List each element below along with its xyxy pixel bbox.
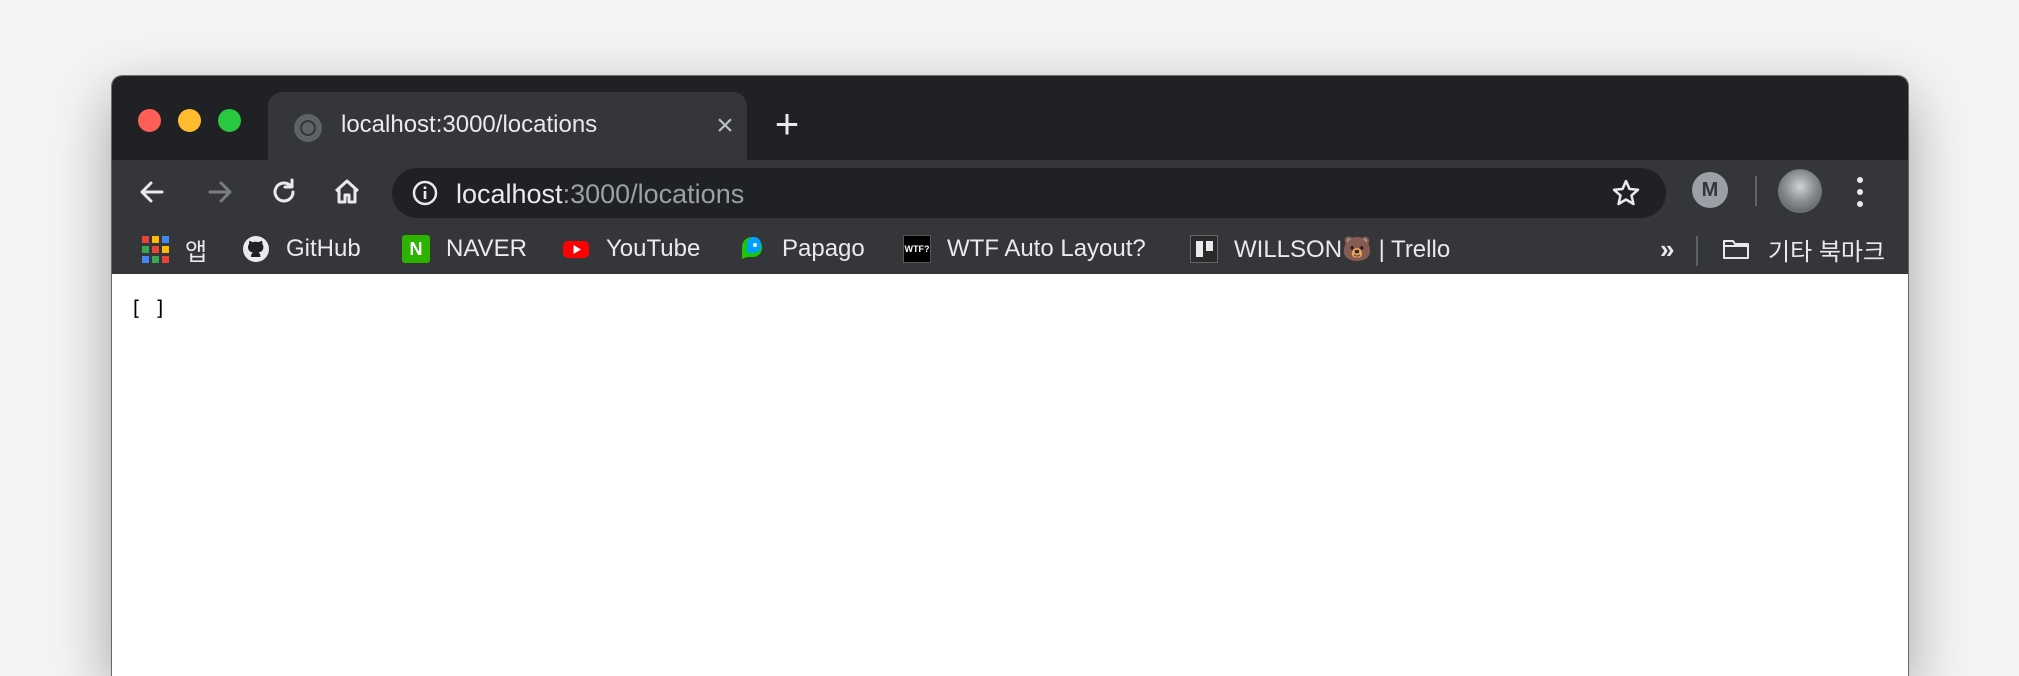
url-host: localhost: [456, 179, 563, 209]
extension-m-button[interactable]: M: [1692, 172, 1728, 208]
bookmark-label: 앱: [185, 238, 208, 266]
apps-grid-icon: [142, 235, 169, 263]
bookmarks-overflow-button[interactable]: »: [1660, 234, 1674, 265]
trello-icon: [1190, 235, 1218, 263]
page-content: [ ]: [112, 274, 1908, 676]
close-window-button[interactable]: [138, 109, 161, 132]
tab-locations[interactable]: localhost:3000/locations ×: [268, 92, 747, 160]
home-button[interactable]: [325, 170, 369, 214]
reload-icon: [273, 178, 295, 203]
github-icon: [243, 236, 269, 262]
bookmark-label: WILLSON🐻 | Trello: [1234, 235, 1451, 263]
folder-icon: [1723, 240, 1749, 259]
toolbar: localhost:3000/locations M: [112, 160, 1908, 224]
tab-title: localhost:3000/locations: [341, 111, 598, 138]
youtube-icon: [563, 241, 589, 258]
json-response-text: [ ]: [130, 296, 167, 320]
other-bookmarks-folder[interactable]: 기타 북마크: [1720, 232, 1885, 266]
bookmark-github[interactable]: GitHub: [242, 232, 361, 266]
tab-close-icon[interactable]: ×: [710, 111, 740, 142]
extension-m-label: M: [1701, 178, 1719, 201]
address-bar[interactable]: localhost:3000/locations: [392, 168, 1666, 218]
home-icon: [334, 179, 360, 204]
wtf-icon: WTF?: [903, 235, 931, 263]
bookmark-label: 기타 북마크: [1768, 238, 1886, 266]
browser-window: localhost:3000/locations × + localhost:3…: [112, 76, 1908, 676]
bookmark-label: Papago: [782, 235, 865, 262]
title-bar: localhost:3000/locations × +: [112, 76, 1908, 160]
bookmark-papago[interactable]: Papago: [738, 232, 865, 266]
bookmark-willson-trello[interactable]: WILLSON🐻 | Trello: [1190, 232, 1450, 266]
globe-icon: [294, 114, 322, 142]
bookmarks-divider: [1696, 236, 1698, 266]
minimize-window-button[interactable]: [178, 109, 201, 132]
bookmark-label: WTF Auto Layout?: [947, 235, 1146, 262]
bookmarks-bar: 앱 GitHub N NAVER YouTube Papago WTF? WTF…: [112, 224, 1908, 275]
bookmark-naver[interactable]: N NAVER: [402, 232, 527, 266]
back-button[interactable]: [130, 170, 174, 214]
bookmark-youtube[interactable]: YouTube: [562, 232, 700, 266]
naver-icon: N: [402, 235, 430, 263]
toolbar-divider: [1755, 176, 1757, 206]
maximize-window-button[interactable]: [218, 109, 241, 132]
bookmark-label: GitHub: [286, 235, 361, 262]
bookmark-wtf-auto-layout[interactable]: WTF? WTF Auto Layout?: [903, 232, 1146, 266]
info-icon[interactable]: [412, 180, 438, 206]
bookmark-label: YouTube: [606, 235, 701, 262]
back-arrow-icon: [140, 181, 164, 203]
forward-arrow-icon: [208, 181, 232, 203]
bookmark-apps[interactable]: 앱: [142, 232, 207, 266]
new-tab-button[interactable]: +: [767, 103, 807, 146]
url-text[interactable]: localhost:3000/locations: [456, 179, 744, 210]
profile-avatar[interactable]: [1778, 169, 1822, 213]
kebab-menu-icon[interactable]: [1850, 174, 1870, 210]
forward-button[interactable]: [198, 170, 242, 214]
bookmark-label: NAVER: [446, 235, 527, 262]
reload-button[interactable]: [262, 170, 306, 214]
url-path: :3000/locations: [562, 179, 745, 209]
bookmark-star-icon[interactable]: [1610, 177, 1642, 209]
papago-icon: [742, 237, 762, 259]
